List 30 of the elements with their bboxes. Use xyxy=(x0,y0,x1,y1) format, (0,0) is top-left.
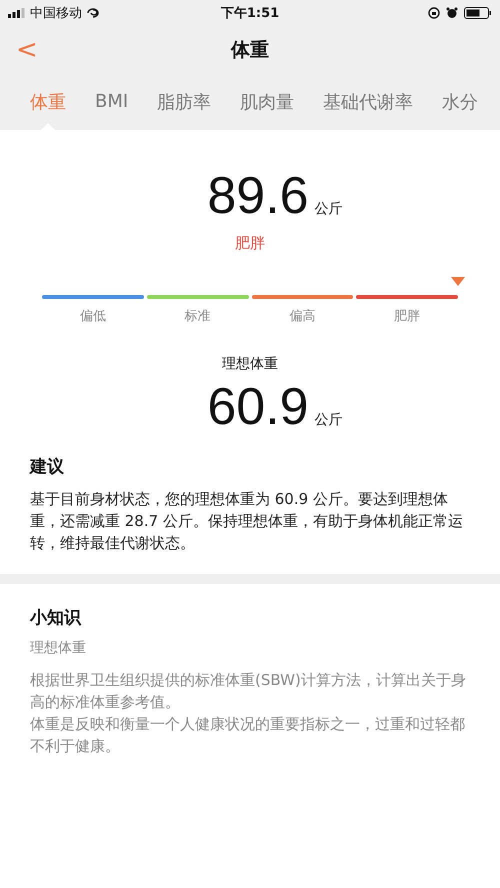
back-button[interactable]: < xyxy=(12,35,42,65)
ideal-weight-unit: 公斤 xyxy=(314,411,343,429)
segment-label: 偏高 xyxy=(289,308,316,325)
segment-label: 偏低 xyxy=(80,308,106,325)
tips-paragraph: 体重是反映和衡量一个人健康状况的重要指标之一，过重和过轻都不利于健康。 xyxy=(30,714,466,757)
carrier-name: 中国移动 xyxy=(30,4,82,22)
weight-unit: 公斤 xyxy=(314,200,343,218)
category-tab[interactable]: 水分 xyxy=(442,81,478,130)
pointer-icon xyxy=(451,277,465,286)
swirl-icon xyxy=(86,6,100,18)
tips-paragraph: 根据世界卫生组织提供的标准体重(SBW)计算方法，计算出关于身高的标准体重参考值。 xyxy=(30,670,467,713)
rotation-lock-icon xyxy=(428,6,440,18)
segment-label: 肥胖 xyxy=(394,308,420,325)
signal-icon xyxy=(8,8,26,18)
tips-heading: 小知识 xyxy=(30,607,82,629)
tips-subtitle: 理想体重 xyxy=(30,639,87,657)
category-tab[interactable]: 脂肪率 xyxy=(157,81,212,130)
status-time: 下午1:51 xyxy=(220,4,280,22)
category-tab[interactable]: BMI xyxy=(95,81,128,130)
category-tab[interactable]: 基础代谢率 xyxy=(323,81,414,130)
weight-value: 89.6 xyxy=(207,170,309,222)
ideal-weight-value: 60.9 xyxy=(207,381,309,433)
weight-status: 肥胖 xyxy=(235,234,265,253)
ideal-weight-label: 理想体重 xyxy=(222,355,278,373)
segment-label: 标准 xyxy=(184,308,211,325)
battery-icon xyxy=(464,6,492,18)
category-tab[interactable]: 肌肉量 xyxy=(240,81,294,130)
advice-heading: 建议 xyxy=(30,456,65,478)
advice-text: 基于目前身材状态，您的理想体重为 60.9 公斤。要达到理想体重，还需减重 28.7 公斤。保持理想体重，有助于身体机能正常运转，维持最佳代谢状态。 xyxy=(30,489,464,554)
page-title: 体重 xyxy=(231,38,269,63)
